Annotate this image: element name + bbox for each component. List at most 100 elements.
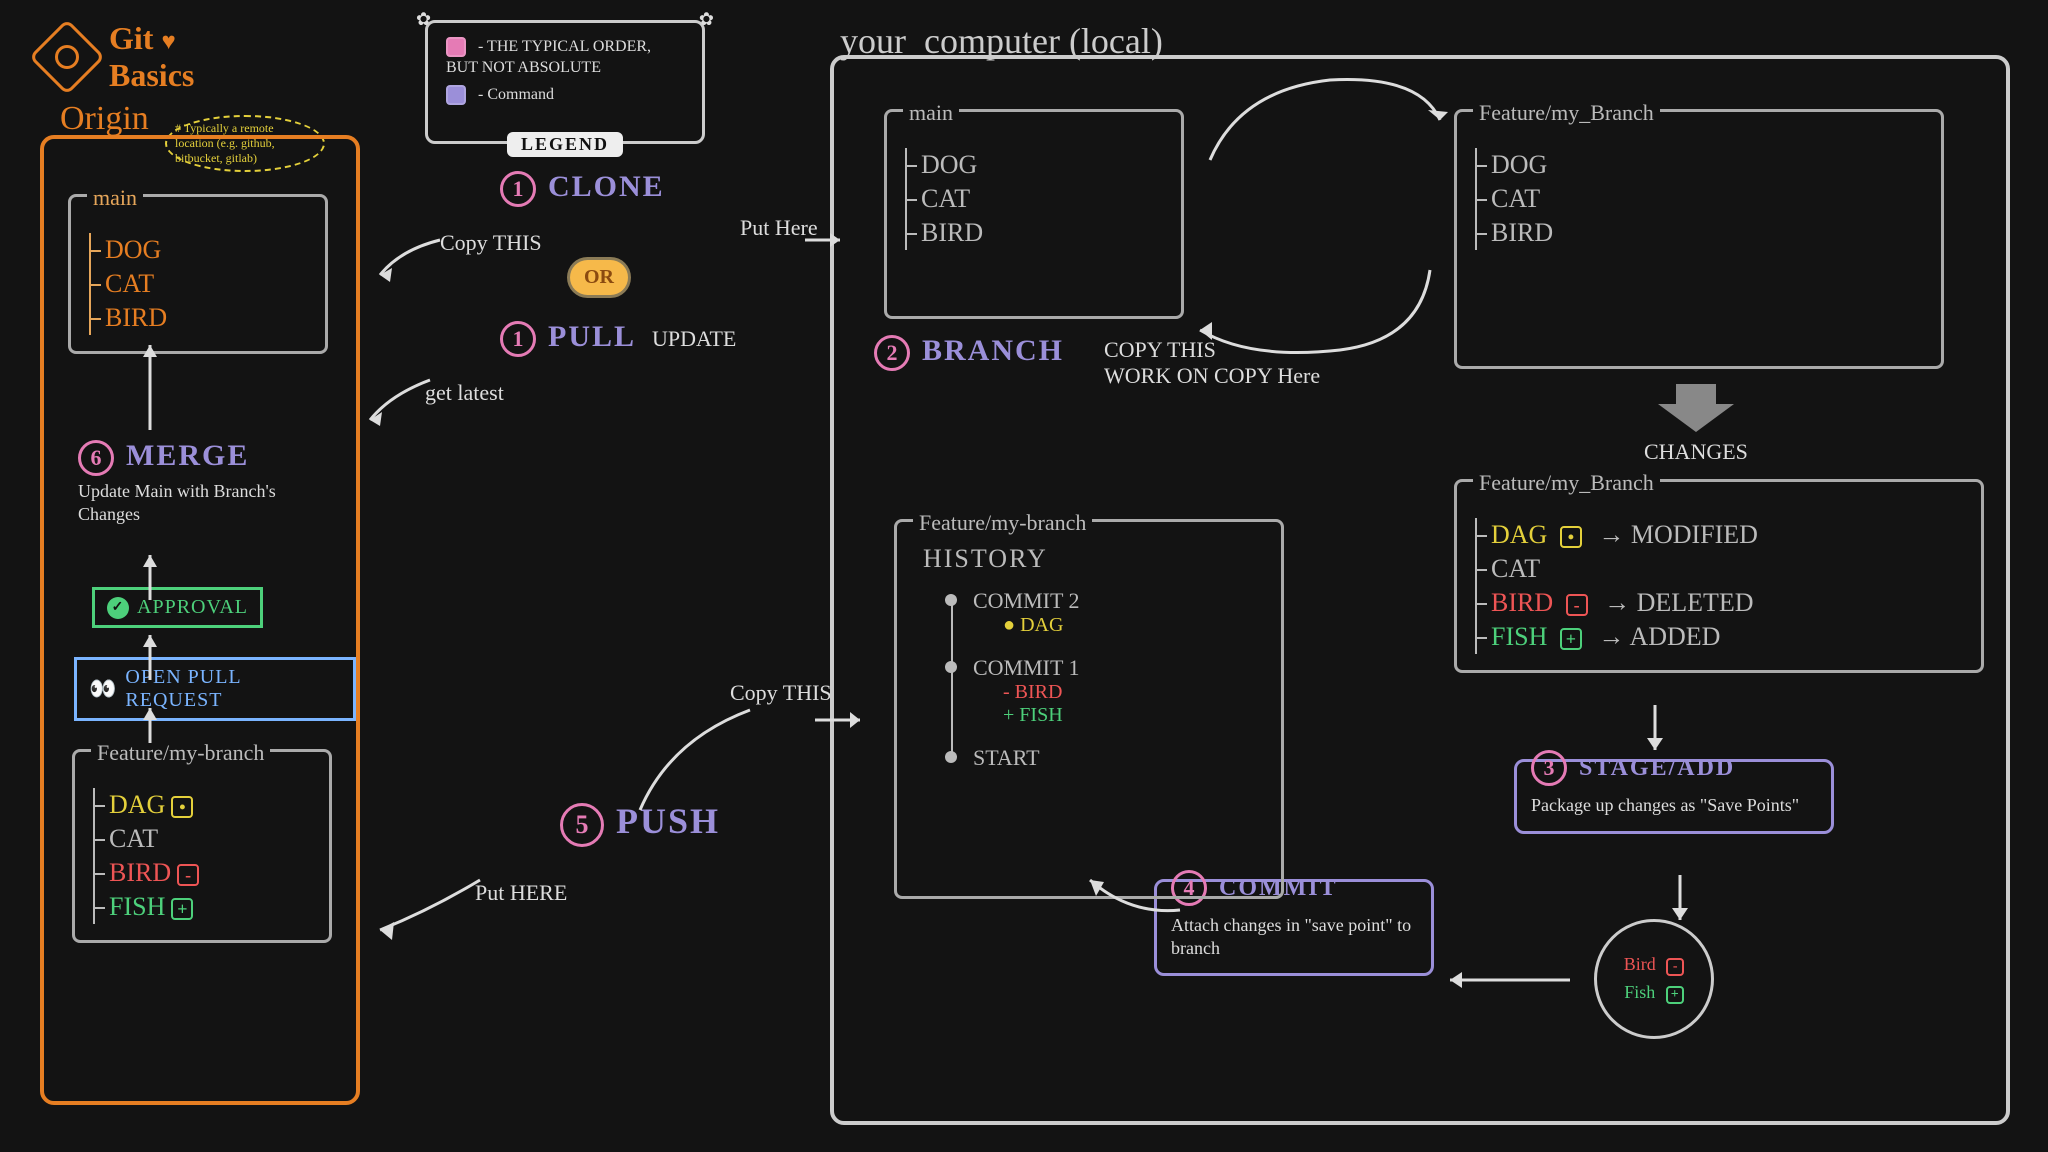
local-main-title: main — [903, 100, 959, 125]
local-feature-box: Feature/my_Branch DOG CAT BIRD — [1454, 109, 1944, 369]
branch-command: BRANCH — [922, 334, 1064, 367]
file-item: BIRD — [105, 301, 309, 335]
down-arrow-icon — [1656, 384, 1736, 434]
arrow-icon — [135, 625, 165, 685]
deleted-icon — [1666, 958, 1684, 976]
file-item: CAT — [1491, 552, 1965, 586]
pull-command: PULL — [548, 320, 636, 353]
file-item: FISH → ADDED — [1491, 620, 1965, 654]
legend-row-order: - THE TYPICAL ORDER, BUT NOT ABSOLUTE — [446, 37, 684, 79]
local-feature-tree: DOG CAT BIRD — [1491, 148, 1925, 250]
arrow-icon — [1440, 960, 1580, 1000]
added-icon — [1560, 628, 1582, 650]
commit-change: + FISH — [1003, 704, 1265, 727]
arrow-icon — [810, 700, 870, 740]
legend-text-order: - THE TYPICAL ORDER, BUT NOT ABSOLUTE — [446, 38, 651, 76]
origin-panel: main DOG CAT BIRD 6 MERGE Update Main wi… — [40, 135, 360, 1105]
origin-main-tree: DOG CAT BIRD — [105, 233, 309, 335]
arrow-icon — [135, 335, 165, 435]
git-logo-icon — [29, 19, 105, 95]
check-icon: ✓ — [107, 597, 129, 619]
local-feature-changed-title: Feature/my_Branch — [1473, 470, 1660, 495]
arrow-icon — [630, 700, 770, 820]
changes-label: CHANGES — [1644, 439, 1748, 465]
step-number-6: 6 — [78, 440, 114, 476]
commit-node: COMMIT 1 - BIRD + FISH — [943, 655, 1265, 727]
file-item: CAT — [1491, 182, 1925, 216]
step-number-1b: 1 — [500, 321, 536, 357]
step-clone: 1 CLONE — [500, 170, 665, 207]
file-item: CAT — [109, 822, 313, 856]
added-icon — [171, 898, 193, 920]
file-item: BIRD → DELETED — [1491, 586, 1965, 620]
arrow-icon — [1660, 870, 1700, 930]
added-icon — [1666, 986, 1684, 1004]
merge-command: MERGE — [126, 439, 249, 472]
history-subtitle: HISTORY — [923, 544, 1265, 574]
origin-feature-title: Feature/my-branch — [91, 740, 270, 765]
deleted-icon — [177, 864, 199, 886]
status-note: MODIFIED — [1631, 520, 1758, 549]
approval-badge: ✓ APPROVAL — [92, 587, 263, 628]
local-main-tree: DOG CAT BIRD — [921, 148, 1165, 250]
file-item: CAT — [105, 267, 309, 301]
legend-swatch-purple-icon — [446, 85, 466, 105]
step-pull: 1 PULL UPDATE — [500, 320, 736, 357]
status-note: DELETED — [1637, 588, 1754, 617]
file-item: BIRD — [921, 216, 1165, 250]
step-number-2: 2 — [874, 335, 910, 371]
history-branch-title: Feature/my-branch — [913, 510, 1092, 535]
history-timeline: COMMIT 2 ● DAG COMMIT 1 - BIRD + FISH ST… — [943, 588, 1265, 771]
step-stage: 3 STAGE/ADD Package up changes as "Save … — [1514, 759, 1834, 834]
local-panel: main DOG CAT BIRD Feature/my_Branch DOG … — [830, 55, 2010, 1125]
commit-change: ● DAG — [1003, 614, 1265, 637]
changes-arrow: CHANGES — [1644, 384, 1748, 465]
file-item: DOG — [105, 233, 309, 267]
clone-command: CLONE — [548, 170, 665, 203]
arrow-icon — [370, 870, 490, 950]
stage-file: Bird — [1624, 954, 1685, 976]
arrow-icon — [1190, 250, 1440, 370]
stage-desc: Package up changes as "Save Points" — [1531, 794, 1817, 817]
origin-feature-tree: DAG CAT BIRD FISH — [109, 788, 313, 924]
legend-row-command: - Command — [446, 85, 684, 106]
page-title: Git ♥ Basics — [40, 20, 194, 94]
deleted-icon — [1566, 594, 1588, 616]
local-main-box: main DOG CAT BIRD — [884, 109, 1184, 319]
origin-main-box: main DOG CAT BIRD — [68, 194, 328, 354]
step-number-1a: 1 — [500, 171, 536, 207]
step-merge: 6 MERGE Update Main with Branch's Change… — [78, 439, 298, 525]
local-feature-changed-tree: DAG → MODIFIED CAT BIRD → DELETED FISH →… — [1491, 518, 1965, 654]
file-item: DOG — [921, 148, 1165, 182]
file-item: DAG → MODIFIED — [1491, 518, 1965, 552]
commit-node: START — [943, 745, 1265, 771]
title-line-2: Basics — [109, 57, 194, 93]
file-item: DOG — [1491, 148, 1925, 182]
pull-update: UPDATE — [652, 326, 736, 351]
legend-swatch-pink-icon — [446, 37, 466, 57]
legend-title: LEGEND — [507, 132, 623, 157]
arrow-icon — [800, 225, 850, 255]
file-item: BIRD — [1491, 216, 1925, 250]
arrow-icon — [1200, 70, 1450, 190]
arrow-icon — [370, 230, 450, 290]
origin-feature-box: Feature/my-branch DAG CAT BIRD FISH — [72, 749, 332, 943]
file-item: DAG — [109, 788, 313, 822]
commit-desc: Attach changes in "save point" to branch — [1171, 914, 1417, 959]
merge-desc: Update Main with Branch's Changes — [78, 480, 298, 525]
arrow-icon — [135, 545, 165, 605]
origin-main-title: main — [87, 185, 143, 210]
or-bubble: OR — [570, 260, 628, 295]
file-item: BIRD — [109, 856, 313, 890]
modified-icon — [1560, 526, 1582, 548]
eyes-icon: 👀 — [89, 676, 117, 702]
legend-text-command: - Command — [478, 86, 554, 103]
arrow-icon — [1635, 700, 1675, 760]
arrow-icon — [360, 370, 440, 430]
history-box: Feature/my-branch HISTORY COMMIT 2 ● DAG… — [894, 519, 1284, 899]
status-note: ADDED — [1629, 622, 1720, 651]
file-item: FISH — [109, 890, 313, 924]
origin-label: Origin — [60, 100, 149, 138]
commit-node: COMMIT 2 ● DAG — [943, 588, 1265, 637]
modified-icon — [171, 796, 193, 818]
